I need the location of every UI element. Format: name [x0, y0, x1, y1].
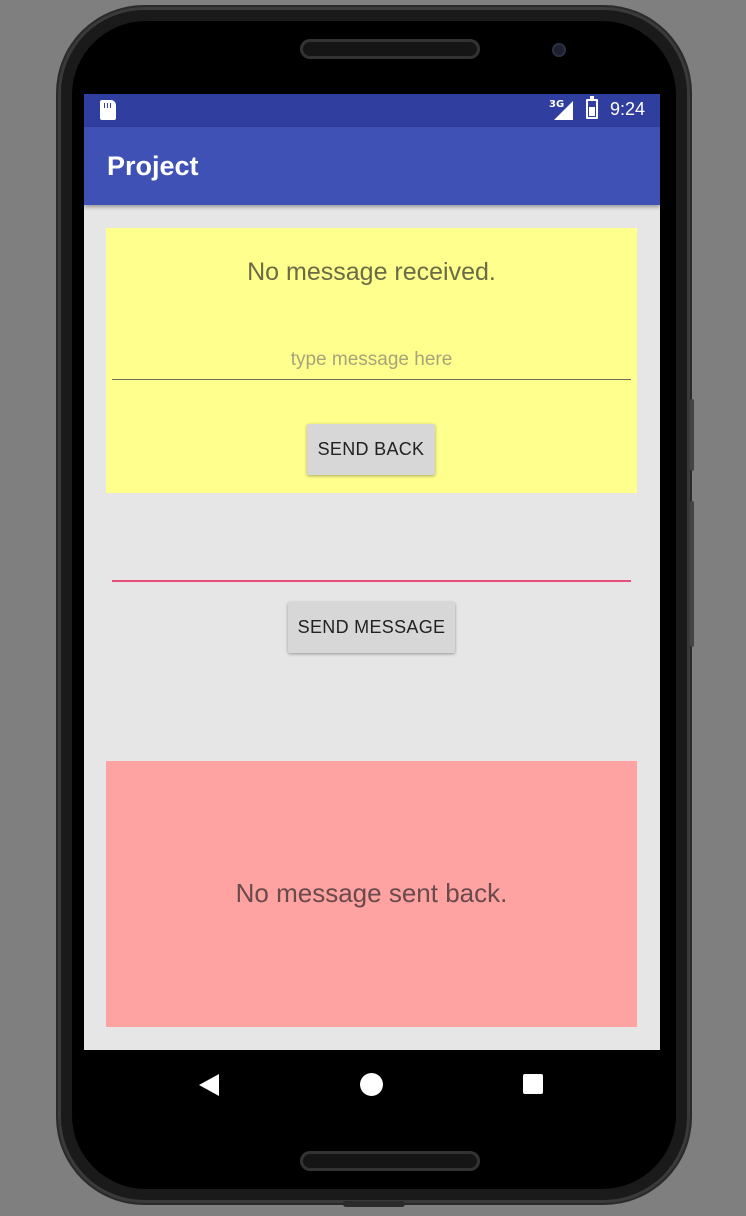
power-button[interactable] — [690, 501, 694, 647]
home-icon[interactable] — [360, 1073, 383, 1096]
screen: 3G 9:24 Project No message received. SEN… — [84, 94, 660, 1050]
sd-card-icon — [100, 100, 116, 120]
signal-icon — [554, 101, 573, 120]
status-time: 9:24 — [610, 99, 646, 119]
bottom-notch — [343, 1201, 405, 1207]
bottom-speaker — [300, 1151, 480, 1171]
front-camera — [552, 43, 566, 57]
send-message-button[interactable]: SEND MESSAGE — [288, 602, 455, 653]
recents-icon[interactable] — [523, 1074, 543, 1094]
sent-back-message-text: No message sent back. — [235, 878, 508, 908]
send-back-button[interactable]: SEND BACK — [307, 424, 435, 475]
battery-icon — [586, 96, 598, 119]
top-speaker — [300, 39, 480, 59]
sent-back-panel: No message sent back. — [106, 761, 637, 1027]
navigation-bar — [84, 1050, 664, 1120]
message-input[interactable] — [112, 540, 631, 582]
app-bar: Project — [84, 127, 660, 205]
status-bar: 3G 9:24 — [84, 94, 660, 127]
received-message-panel: No message received. SEND BACK — [106, 228, 637, 493]
back-icon[interactable] — [199, 1074, 219, 1096]
app-title: Project — [107, 151, 199, 181]
reply-input[interactable] — [112, 340, 631, 380]
volume-button[interactable] — [690, 399, 694, 471]
received-message-text: No message received. — [247, 258, 496, 286]
